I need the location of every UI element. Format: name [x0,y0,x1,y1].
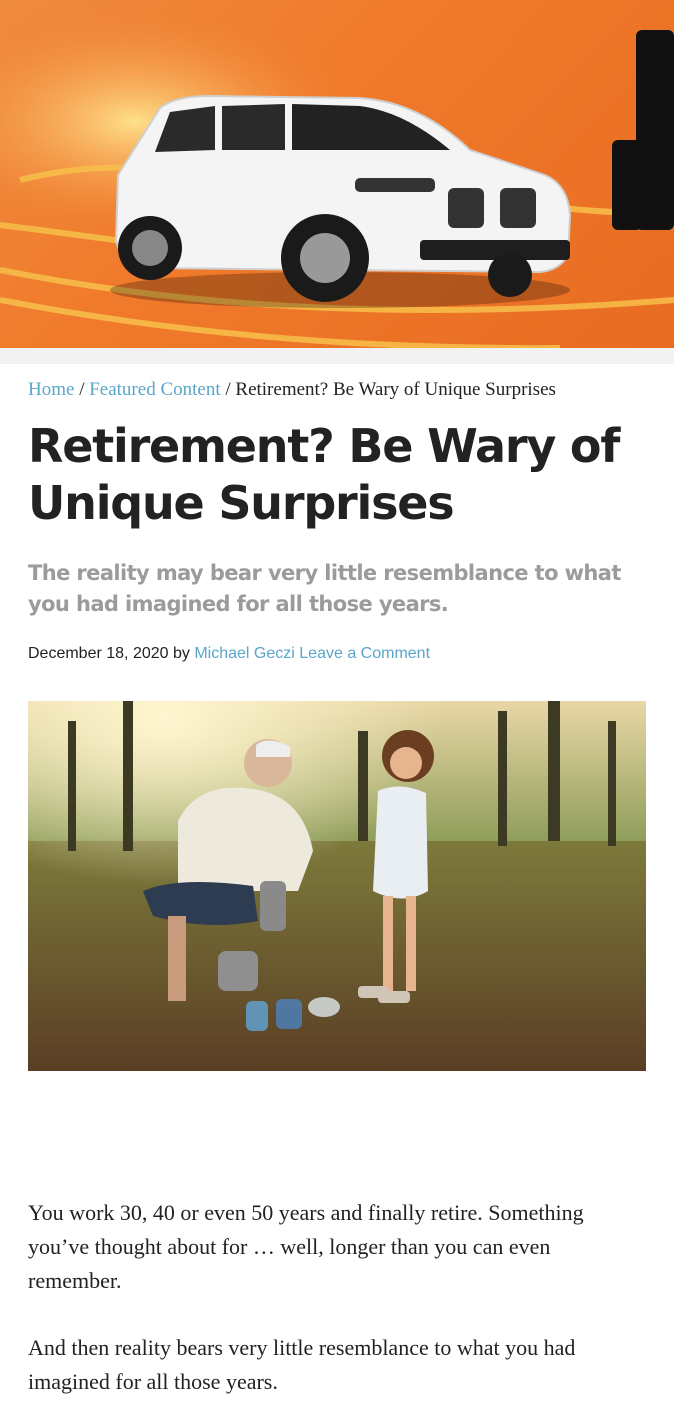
article-meta: December 18, 2020 by Michael Geczi Leave… [28,643,648,665]
breadcrumb-current: Retirement? Be Wary of Unique Surprises [235,379,556,400]
publish-date: December 18, 2020 [28,645,169,662]
author-link[interactable]: Michael Geczi [194,645,294,662]
breadcrumb: Home / Featured Content / Retirement? Be… [28,378,658,402]
article-subtitle: The reality may bear very little resembl… [28,561,621,616]
breadcrumb-separator: / [225,379,231,400]
breadcrumb-category-link[interactable]: Featured Content [89,379,220,400]
breadcrumb-home-link[interactable]: Home [28,379,74,400]
article-paragraph: And then reality bears very little resem… [28,1335,576,1394]
ad-banner[interactable] [0,0,674,348]
leave-comment-link[interactable]: Leave a Comment [299,645,430,662]
breadcrumb-separator: / [79,379,85,400]
article-paragraph: You work 30, 40 or even 50 years and fin… [28,1200,584,1293]
byline-label: by [172,645,190,662]
banner-divider [0,348,674,364]
page-title: Retirement? Be Wary of Unique Surprises [28,419,620,530]
suv-ad-illustration [0,0,674,348]
park-photo-illustration [28,701,646,1071]
article-hero-image [28,701,646,1071]
